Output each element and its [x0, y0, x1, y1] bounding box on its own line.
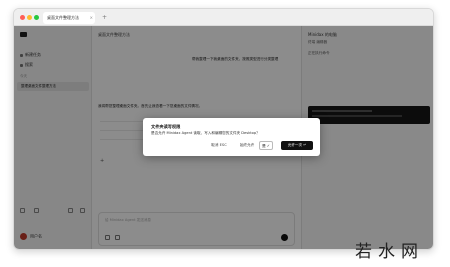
- title-bar: 桌面文件整理方法 × +: [14, 9, 433, 26]
- maximize-window-button[interactable]: [34, 15, 39, 20]
- check-icon: ✓: [266, 144, 270, 148]
- close-window-button[interactable]: [20, 15, 25, 20]
- watermark-logo: 若水网: [355, 242, 424, 262]
- watermark: 若水网: [355, 237, 445, 263]
- minimize-window-button[interactable]: [27, 15, 32, 20]
- allow-label: 允许一次: [287, 143, 303, 147]
- tab-title: 桌面文件整理方法: [47, 15, 79, 20]
- dialog-title: 文件夹读写权限: [151, 124, 181, 129]
- cancel-shortcut: ESC: [219, 143, 227, 147]
- allow-once-button[interactable]: 允许一次 ↵: [281, 141, 313, 150]
- always-allow-label: 始终允许: [239, 143, 255, 147]
- cancel-label: 取消: [211, 143, 219, 147]
- permission-dialog: 文件夹读写权限 是否允许 Minidax Agent 读取、写入和编辑您的文件夹…: [143, 118, 320, 156]
- dialog-message: 是否允许 Minidax Agent 读取、写入和编辑您的文件夹 Desktop…: [151, 131, 260, 135]
- always-allow-toggle[interactable]: 是 ✓: [259, 141, 273, 150]
- tab-close-icon[interactable]: ×: [90, 12, 93, 24]
- toggle-label: 是: [262, 144, 266, 148]
- browser-tab[interactable]: 桌面文件整理方法 ×: [43, 12, 95, 24]
- new-tab-button[interactable]: +: [102, 12, 107, 24]
- cancel-button[interactable]: 取消 ESC: [208, 141, 230, 150]
- enter-key-icon: ↵: [303, 143, 307, 147]
